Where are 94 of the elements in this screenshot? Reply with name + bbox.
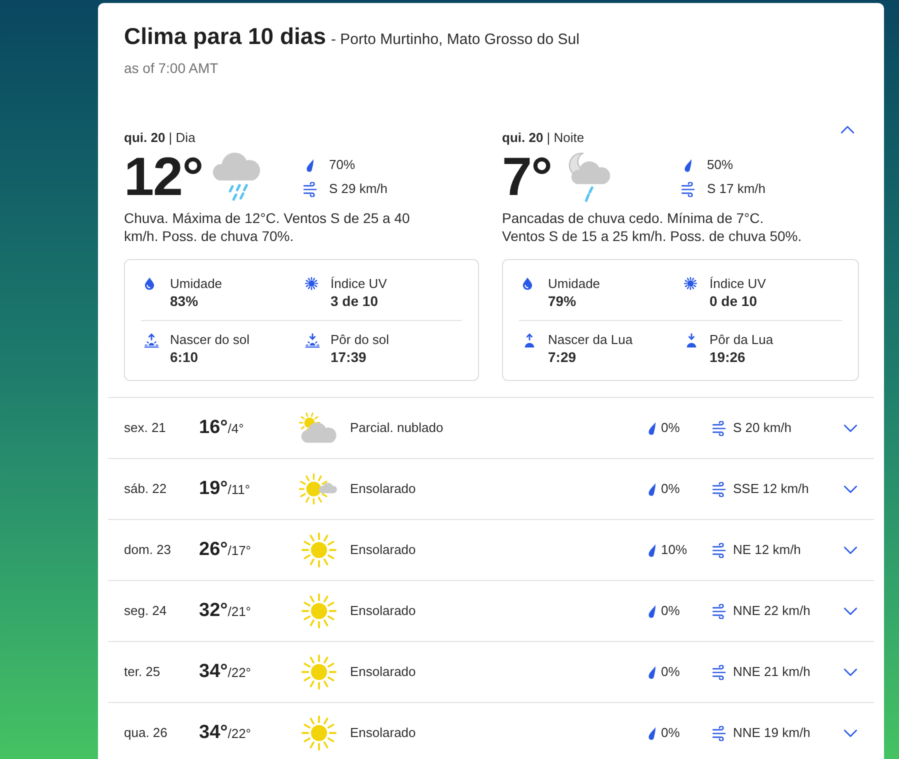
low-temp: /4° [228, 420, 244, 438]
precip-chance: 0% [661, 602, 680, 620]
high-temp: 34° [199, 720, 228, 745]
high-temp: 32° [199, 598, 228, 623]
day-date: sex. 21 [124, 419, 167, 438]
temperature: 7° [502, 149, 552, 205]
sunset-icon [304, 333, 320, 348]
detail-label: Nascer do sol [170, 331, 250, 348]
wind-icon [712, 664, 727, 680]
raindrop-icon [648, 544, 656, 556]
raindrop-icon [648, 666, 656, 678]
period-label: qui. 20 | Dia [124, 129, 196, 147]
page-title: Clima para 10 dias [124, 22, 326, 50]
condition-text: Ensolarado [350, 724, 417, 742]
detail-label: Pôr da Lua [710, 331, 774, 348]
low-temp: /22° [228, 724, 252, 743]
wind-reading: SSE 12 km/h [733, 480, 809, 498]
precip-chance: 50% [707, 156, 734, 174]
detail-label: Umidade [170, 275, 222, 292]
wind-icon [712, 542, 727, 558]
sun-icon [299, 654, 339, 690]
wind-reading: NE 12 km/h [733, 541, 801, 560]
temperature: 12° [124, 149, 203, 205]
rain-cloud-icon [210, 151, 261, 203]
precip-chance: 0% [661, 663, 680, 682]
raindrop-icon [648, 604, 656, 618]
high-temp: 16° [199, 416, 228, 440]
detail-value: 17:39 [330, 348, 368, 366]
low-temp: /17° [228, 542, 252, 560]
raindrop-icon [648, 726, 656, 740]
detail-label: Índice UV [330, 275, 387, 292]
detail-value: 83% [170, 292, 200, 310]
wind-reading: S 20 km/h [733, 419, 792, 438]
condition-text: Ensolarado [350, 602, 417, 620]
detail-value: 79% [548, 292, 578, 310]
detail-value: 19:26 [710, 348, 746, 366]
precip-chance: 70% [329, 156, 356, 174]
day-date: ter. 25 [124, 663, 162, 682]
condition-text: Parcial. nublado [350, 419, 444, 438]
location-subtitle: - Porto Murtinho, Mato Grosso do Sul [331, 30, 580, 50]
day-date: dom. 23 [124, 541, 172, 560]
moonrise-icon [522, 333, 537, 348]
low-temp: /11° [228, 480, 250, 499]
sun-icon [299, 532, 339, 568]
high-temp: 19° [199, 476, 228, 501]
high-temp: 34° [199, 660, 228, 684]
wind-icon [681, 182, 696, 196]
low-temp: /21° [228, 602, 252, 621]
sun-icon [304, 277, 318, 290]
day-date: seg. 24 [124, 602, 168, 620]
wind-icon [712, 726, 727, 740]
precip-chance: 0% [661, 724, 680, 742]
raindrop-icon [648, 422, 656, 434]
precip-chance: 0% [661, 480, 680, 498]
sun-icon [299, 715, 339, 751]
wind-reading: NNE 19 km/h [733, 724, 810, 742]
low-temp: /22° [228, 664, 252, 682]
raindrop-icon [648, 482, 656, 496]
day-date: sáb. 22 [124, 480, 168, 498]
forecast-description: Chuva. Máxima de 12°C. Ventos S de 25 a 40 km/h. Poss. de chuva 70%. [124, 209, 411, 245]
raindrop-icon [684, 158, 692, 172]
detail-value: 0 de 10 [710, 292, 758, 310]
detail-value: 3 de 10 [330, 292, 379, 310]
period-label: qui. 20 | Noite [502, 129, 584, 147]
condition-text: Ensolarado [350, 541, 417, 560]
updated-time: as of 7:00 AMT [124, 59, 220, 78]
sun-with-small-cloud-icon [299, 471, 339, 507]
condition-text: Ensolarado [350, 663, 417, 682]
detail-label: Índice UV [710, 275, 766, 292]
condition-text: Ensolarado [350, 480, 417, 498]
raindrop-icon [306, 158, 314, 172]
wind-reading: S 29 km/h [329, 180, 388, 198]
sun-icon [299, 593, 339, 629]
precip-chance: 0% [661, 419, 680, 438]
sun-icon [684, 277, 696, 290]
wind-icon [303, 182, 318, 196]
detail-label: Nascer da Lua [548, 331, 633, 348]
wind-reading: S 17 km/h [707, 180, 766, 198]
wind-icon [712, 420, 727, 436]
day-date: qua. 26 [124, 724, 168, 742]
detail-value: 6:10 [170, 348, 200, 366]
wind-reading: NNE 21 km/h [733, 663, 810, 682]
detail-label: Umidade [548, 275, 600, 292]
sunrise-icon [144, 333, 159, 348]
wind-reading: NNE 22 km/h [733, 602, 810, 620]
high-temp: 26° [199, 538, 228, 562]
detail-label: Pôr do sol [330, 331, 390, 348]
detail-value: 7:29 [548, 348, 578, 366]
precip-chance: 10% [661, 541, 688, 560]
water-drop-icon [522, 277, 533, 290]
wind-icon [712, 604, 727, 618]
forecast-description: Pancadas de chuva cedo. Mínima de 7°C. Ventos S de 15 a 25 km/h. Poss. de chuva 50%. [502, 209, 803, 245]
wind-icon [712, 482, 727, 496]
water-drop-icon [144, 277, 155, 290]
